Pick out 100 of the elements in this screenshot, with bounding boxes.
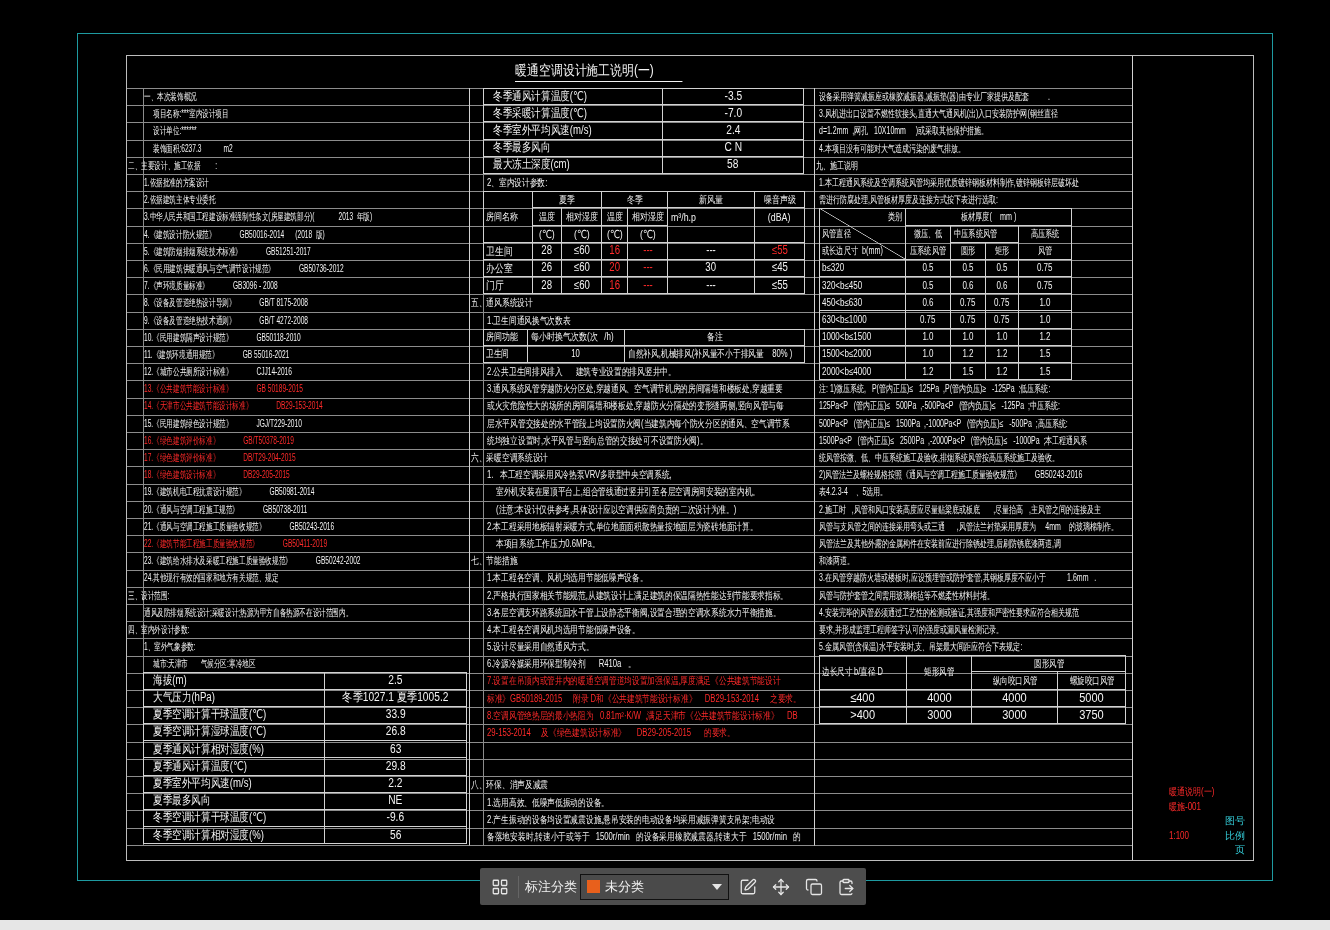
note-line: 14.《天津市公共建筑节能设计标准》 [144, 400, 253, 412]
note-line: 1.依据批准的方案设计 [144, 177, 209, 189]
title-block-value: 暖施-001 [1169, 800, 1201, 812]
row-header: 或长边尺寸 b(mm) [822, 244, 883, 256]
note-line: 17.《绿色建筑评价标准》 [144, 452, 220, 464]
note-line: 3.中华人民共和国工程建设标准强制性条文(房屋建筑部分)( [144, 211, 315, 223]
section-heading: 八、环保、消声及减震 [471, 779, 548, 791]
note-line: 2.依据建筑主体专业委托 [144, 194, 216, 206]
move-icon [772, 877, 790, 896]
parameter-value: 2.4 [725, 123, 741, 138]
note-line: 装饰面积:6237.3 m2 [153, 142, 233, 154]
column-header: 风管 [1037, 245, 1053, 257]
data-value: ≤55 [771, 278, 788, 292]
parameter-label: 海拔(m) [153, 673, 187, 688]
unit-label: m³/h.p [671, 211, 696, 224]
parameter-value: 33.9 [385, 708, 406, 722]
column-header: 温度 [606, 210, 623, 222]
data-value: 0.75 [994, 314, 1010, 326]
note-line: 8.《设备及管道绝热设计导则》 [144, 297, 236, 309]
row-label: 1000<b≤1500 [822, 331, 872, 343]
data-value: 26 [541, 261, 553, 275]
note-line: 6.《民用建筑供暖通风与空气调节设计规范》 [144, 262, 275, 274]
data-value: 1.0 [962, 331, 974, 343]
column-header: 圆形风管 [1033, 657, 1064, 669]
note-line: 设备采用弹簧减振座或橡胶减振器,减振垫(器)由专业厂家提供及配套 . [819, 91, 1050, 103]
copy-icon [805, 877, 823, 896]
row-label: 卫生间 [486, 348, 510, 360]
data-value: 1.2 [962, 348, 974, 360]
parameter-value: 2.2 [388, 777, 403, 791]
parameter-value: -9.6 [386, 811, 405, 825]
edit-icon [739, 877, 757, 896]
note-line: 500Pa<P (管内正压)≤ 1500Pa ,-1000Pa<P (管内负压)≤ -500Pa ;高压系统: [819, 417, 1068, 429]
note-line: 风管与防护套管之间需用玻璃棉毡等不燃柔性材料封堵。 [819, 589, 994, 601]
section-heading: 五、通风系统设计 [471, 297, 533, 309]
data-value: 0.75 [960, 296, 976, 308]
title-block-value: 1:100 [1169, 829, 1190, 841]
note-line: 项目名称:***室内设计项目 [153, 108, 229, 120]
standard-code: DB29-205-2015 [243, 469, 290, 481]
column-header: 板材厚度( mm ) [960, 210, 1017, 222]
parameter-label: 最大冻土深度(cm) [493, 158, 570, 172]
standard-code: GB 55016-2021 [242, 348, 290, 360]
column-header: 边长尺寸 b/直径 D [822, 666, 883, 678]
data-value: 1.0 [1039, 314, 1051, 326]
data-value: 20 [609, 261, 620, 275]
standard-code: GB50243-2016 [289, 520, 335, 532]
note-line: 5.《建筑防烟排烟系统技术标准》 [144, 245, 242, 257]
note-line: 20.《通风与空调工程施工规范》 [144, 503, 239, 515]
note-line: 7.《声环境质量标准》 [144, 280, 209, 292]
title-block-label: 页 [1235, 844, 1245, 856]
parameter-label: 夏季最多风向 [153, 794, 211, 808]
note-line: 2、室内设计参数: [487, 177, 548, 189]
column-header: 相对湿度 [631, 210, 664, 222]
parameter-value: 29.8 [385, 759, 406, 773]
data-value: 0.5 [922, 279, 934, 291]
note-line: 1.本工程通风系统及空调系统风管均采用优质镀锌钢板材料制作,镀锌钢板锌层破坏处 [819, 177, 1079, 189]
data-value: 1.5 [1039, 365, 1051, 377]
parameter-value: 26.8 [385, 725, 406, 739]
note-line: 23.《建筑给水排水及采暖工程施工质量验收规范》 [144, 555, 292, 567]
note-line: 表4.2.3-4 、5选用。 [819, 486, 888, 498]
unit-label: (℃) [639, 227, 656, 240]
note-line: 16.《绿色建筑评价标准》 [144, 434, 220, 446]
note-line: 2.严格执行国家相关节能规范,从建筑设计上满足建筑的保温隔热性能达到节能要求指标。 [487, 589, 789, 601]
row-label: 门厅 [486, 279, 504, 292]
data-value: 30 [705, 261, 717, 275]
column-header: 压系统风管 [910, 245, 946, 257]
section-heading: 六、采暖空调系统设计 [471, 452, 548, 464]
note-line: 9.《设备及管道绝热技术通则》 [144, 314, 236, 326]
note-line: 1.本工程各空调、风机均选用节能低噪声设备。 [487, 572, 648, 584]
note-line: 1.卫生间通风换气次数表 [487, 314, 571, 326]
note-line: 4.安装完毕的风管必须通过工艺性的检测或验证,其强度和严密性要求应符合相关规范 [819, 606, 1079, 618]
column-header: 螺旋咬口风管 [1069, 674, 1114, 686]
note-line: (注意:本设计仅供参考,具体设计应以空调供应商负责的二次设计为准。) [496, 503, 737, 515]
data-value: 0.75 [1037, 279, 1053, 291]
note-line: 设计单位:****** [153, 125, 197, 137]
data-value: 0.6 [996, 279, 1008, 291]
row-label: 630<b≤1000 [822, 314, 867, 326]
note-line: 1500Pa<P (管内正压)≤ 2500Pa ,-2000Pa<P (管内负压)≤ -1000Pa ;本工程通风系 [819, 434, 1088, 446]
category-label: 标注分类 [525, 877, 577, 896]
parameter-label: 夏季室外平均风速(m/s) [153, 777, 252, 791]
data-value: 1.2 [996, 348, 1008, 360]
note-line: 11.《建筑环境通用规范》 [144, 348, 219, 360]
column-header: 噪音声级 [763, 193, 796, 205]
row-label: b≤320 [822, 262, 845, 274]
note-line: 通风及防排烟系统设计;采暖设计;热源为甲方自备热源不在设计范围内。 [144, 606, 353, 618]
note-line: 城市:天津市 气候分区:寒冷地区 [153, 658, 256, 670]
column-header: 夏季 [559, 193, 575, 205]
data-value: 3750 [1079, 707, 1104, 722]
category-dropdown[interactable]: 未分类 [580, 873, 729, 900]
note-line: 3.在风管穿越防火墙或楼板时,应设预埋管或防护套管,其钢板厚度不应小于 1.6mm . [819, 572, 1097, 584]
standard-code: 2013 年版) [338, 211, 373, 223]
note-line: 和漆两道。 [819, 555, 854, 567]
data-value: 1.5 [1039, 348, 1051, 360]
note-line: 5.设计尽量采用自然通风方式。 [487, 641, 594, 653]
standard-code: JGJ/T229-2010 [256, 417, 302, 429]
parameter-label: 冬季通风计算温度(℃) [493, 89, 587, 103]
row-label: 办公室 [486, 261, 513, 274]
data-value: 0.75 [994, 296, 1010, 308]
data-value: 0.5 [922, 262, 934, 274]
parameter-value: C N [724, 141, 742, 155]
note-line: 3.风机进出口设置不燃性软接头,直通大气通风机(出)入口安装防护网(钢丝直径 [819, 108, 1058, 120]
